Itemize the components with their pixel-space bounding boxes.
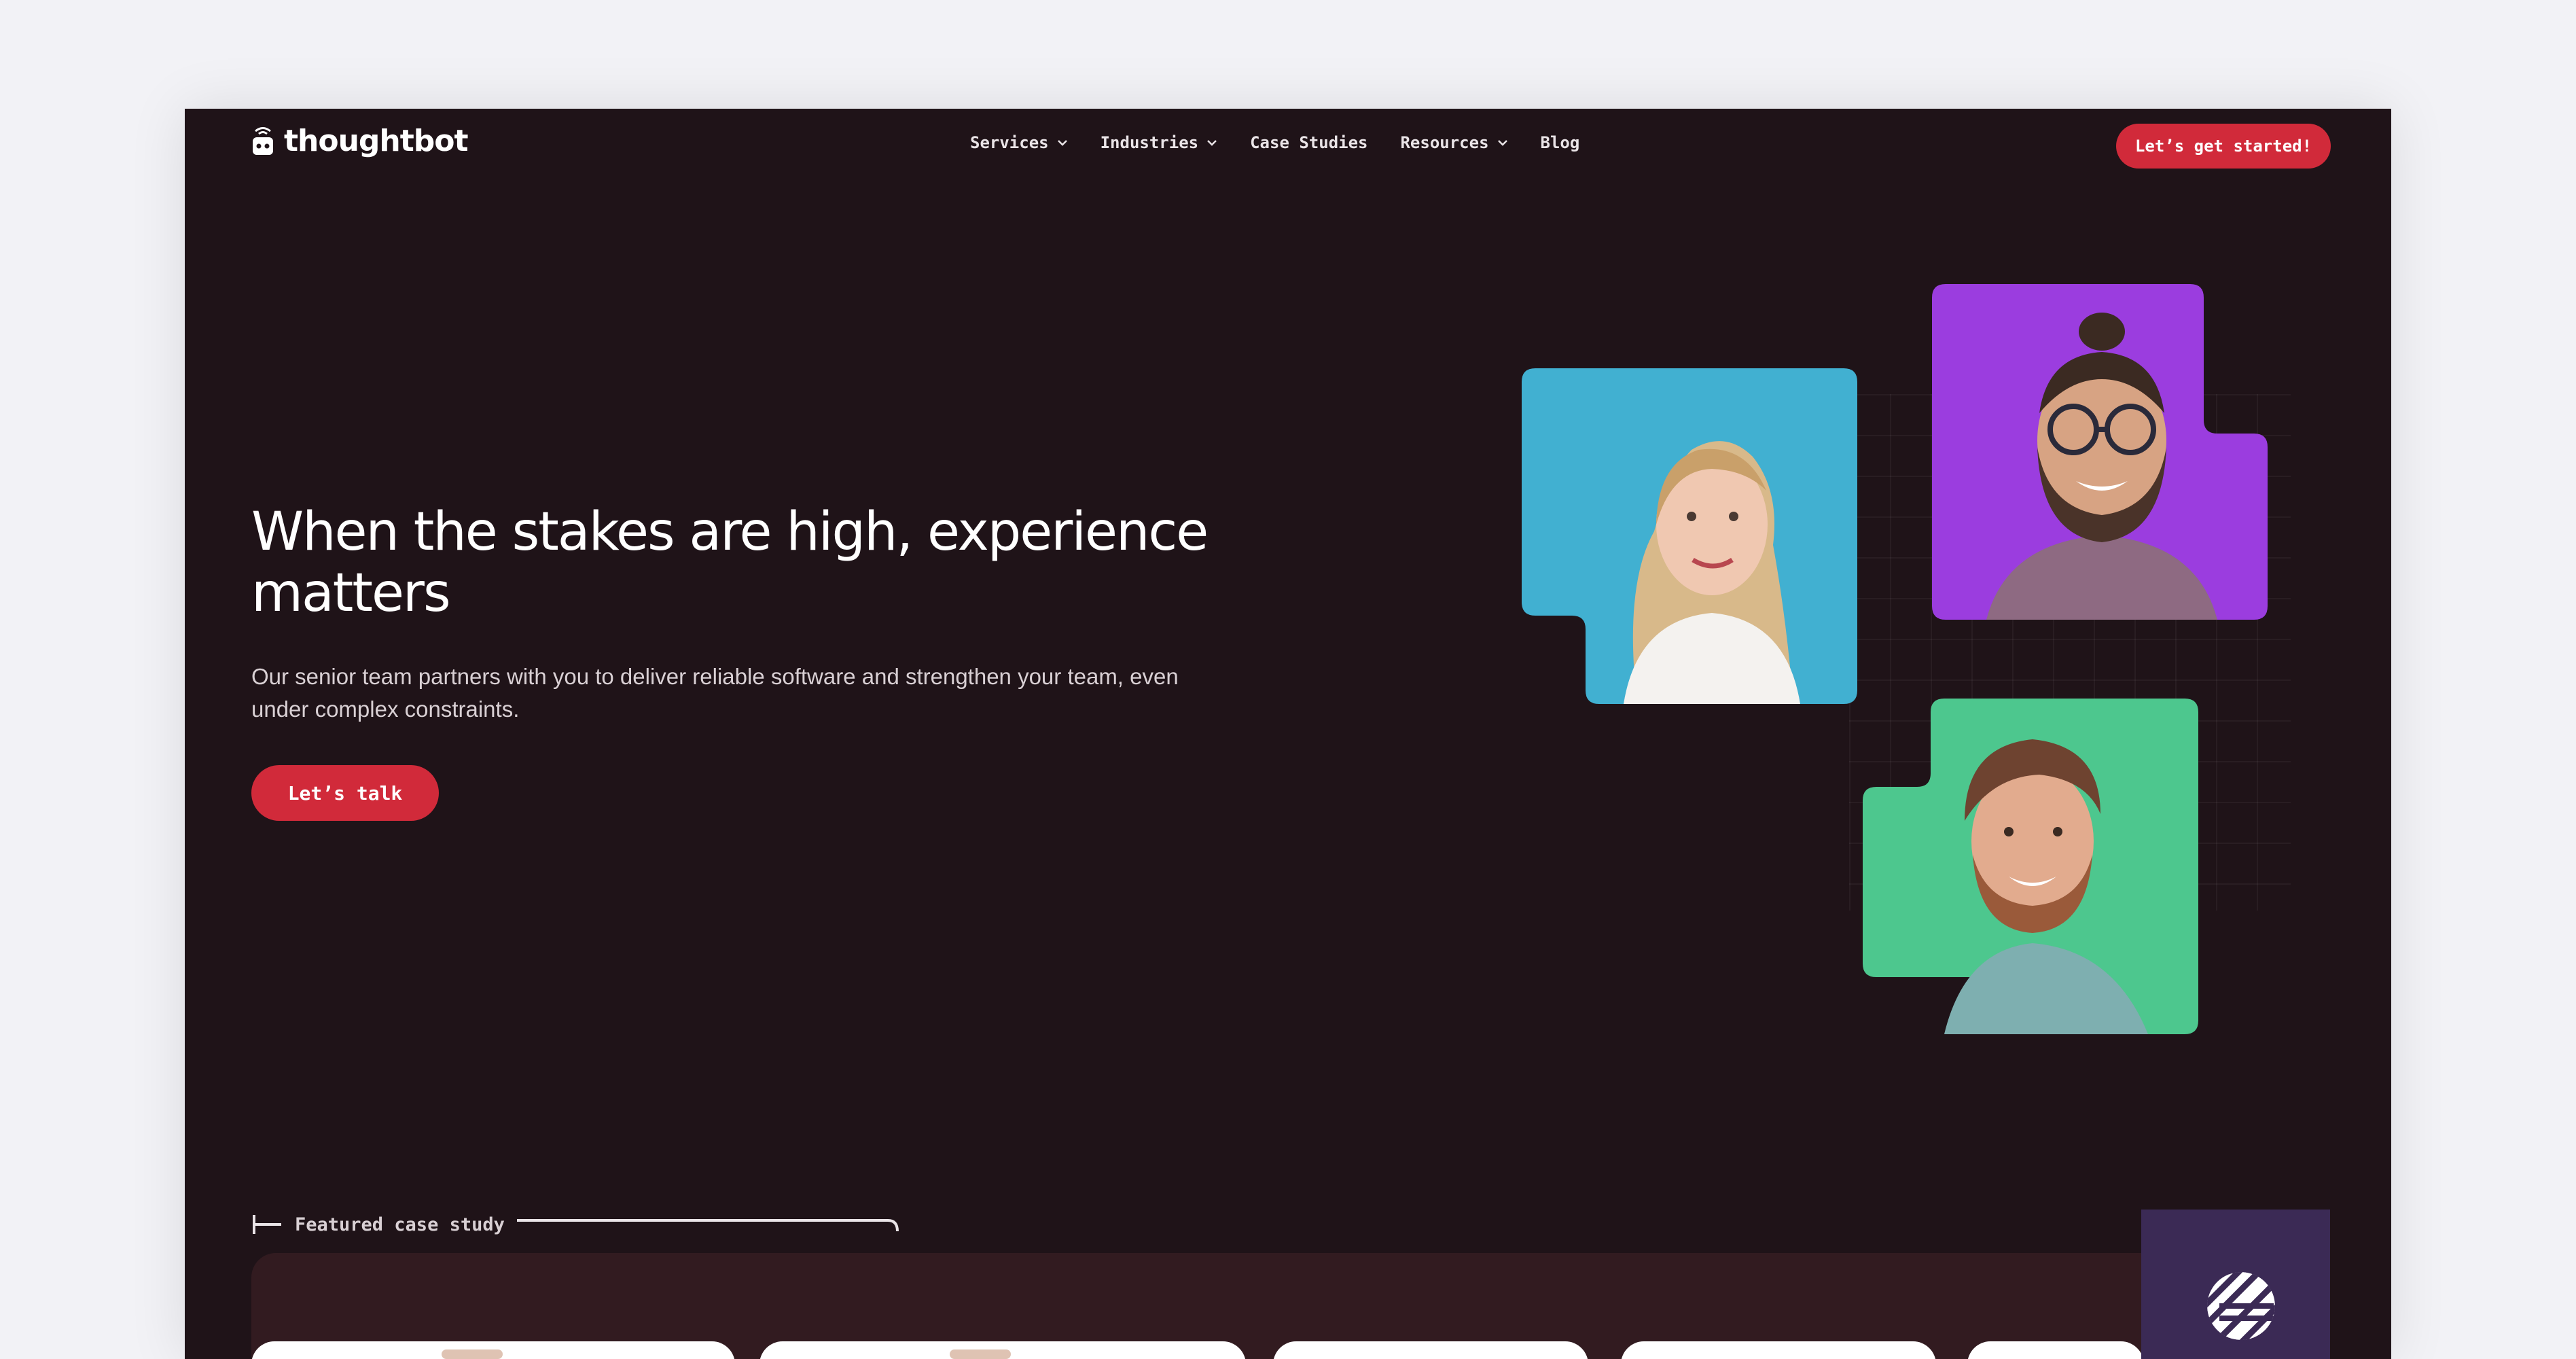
hero-title: When the stakes are high, experience mat… [251,501,1209,624]
case-study-card[interactable] [1621,1341,1936,1359]
case-study-card[interactable] [251,1341,735,1359]
nav-label: Industries [1100,133,1199,152]
portrait-man-glasses [1932,284,2268,620]
divider-line [516,1219,899,1232]
chevron-down-icon [1057,140,1067,146]
portrait-man-beard [1863,699,2198,1034]
portrait-woman [1522,368,1857,704]
card-thumbnail [950,1349,1011,1359]
nav-label: Blog [1540,133,1580,152]
browser-viewport: thoughtbot Services Industries Case Stud… [185,109,2391,1359]
site-header: thoughtbot Services Industries Case Stud… [185,109,2391,183]
nav-label: Case Studies [1250,133,1368,152]
client-logo-tile [2141,1210,2330,1359]
bracket-line-icon [253,1215,281,1234]
nav-resources[interactable]: Resources [1400,133,1507,152]
featured-label: Featured case study [251,1212,900,1237]
get-started-button[interactable]: Let’s get started! [2116,124,2331,169]
case-study-card[interactable] [1273,1341,1588,1359]
chevron-down-icon [1497,140,1507,146]
logo-text: thoughtbot [284,124,469,158]
robot-icon [253,126,273,155]
featured-case-study-label: Featured case study [295,1214,505,1235]
nav-case-studies[interactable]: Case Studies [1250,133,1367,152]
nav-industries[interactable]: Industries [1101,133,1218,152]
lets-talk-button[interactable]: Let’s talk [251,765,439,821]
main-nav: Services Industries Case Studies Resourc… [970,133,1579,152]
chevron-down-icon [1207,140,1217,146]
striped-circle-logo-icon [2207,1272,2275,1340]
hero-subtitle: Our senior team partners with you to del… [251,664,1179,722]
logo-link[interactable]: thoughtbot [251,124,469,158]
nav-label: Resources [1400,133,1489,152]
nav-blog[interactable]: Blog [1541,133,1580,152]
nav-label: Services [970,133,1049,152]
nav-services[interactable]: Services [970,133,1068,152]
case-study-card[interactable] [759,1341,1246,1359]
card-thumbnail [442,1349,503,1359]
case-study-card[interactable] [1967,1341,2144,1359]
